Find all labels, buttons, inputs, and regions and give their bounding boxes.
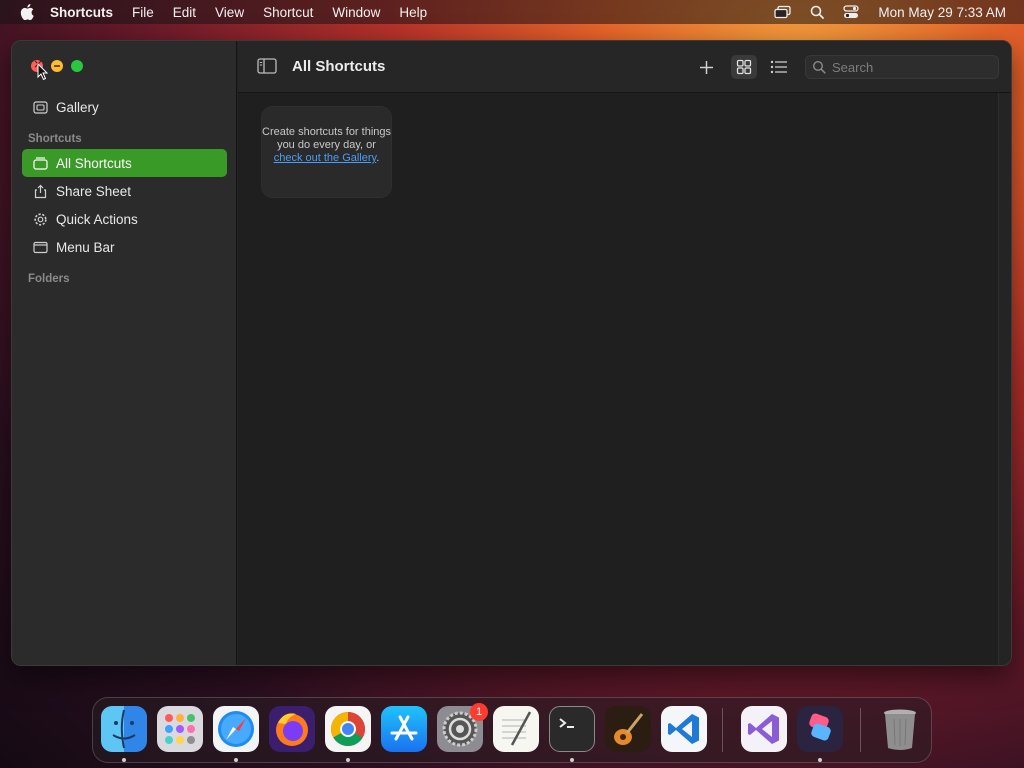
minimize-window-button[interactable] xyxy=(51,60,63,72)
dock: 1 xyxy=(92,697,932,763)
sidebar-item-label: Quick Actions xyxy=(56,211,138,227)
zoom-window-button[interactable] xyxy=(71,60,83,72)
control-center-icon[interactable] xyxy=(842,5,860,19)
sidebar-item-quick-actions[interactable]: Quick Actions xyxy=(22,205,227,233)
sidebar-item-label: Gallery xyxy=(56,99,99,115)
menu-shortcut[interactable]: Shortcut xyxy=(263,5,313,20)
sidebar-item-all-shortcuts[interactable]: All Shortcuts xyxy=(22,149,227,177)
plus-icon xyxy=(699,60,713,74)
dock-garageband[interactable] xyxy=(605,706,651,752)
sidebar-item-menu-bar[interactable]: Menu Bar xyxy=(22,233,227,261)
dock-visual-studio[interactable] xyxy=(741,706,787,752)
app-store-icon xyxy=(390,715,418,741)
sidebar: Gallery Shortcuts All Shortcuts Share Sh… xyxy=(12,41,237,665)
sidebar-section-folders: Folders xyxy=(28,273,70,285)
menu-edit[interactable]: Edit xyxy=(173,5,196,20)
running-indicator xyxy=(122,758,126,762)
dock-separator xyxy=(860,708,861,752)
sidebar-section-shortcuts: Shortcuts xyxy=(28,133,82,145)
dock-app-store[interactable] xyxy=(381,706,427,752)
shortcuts-window: Gallery Shortcuts All Shortcuts Share Sh… xyxy=(11,40,1012,666)
dock-vscode[interactable] xyxy=(661,706,707,752)
menu-extras: Mon May 29 7:33 AM xyxy=(758,0,1006,24)
sidebar-item-share-sheet[interactable]: Share Sheet xyxy=(22,177,227,205)
search-icon xyxy=(812,60,826,74)
add-shortcut-button[interactable] xyxy=(693,55,719,79)
dock-safari[interactable] xyxy=(213,706,259,752)
running-indicator xyxy=(818,758,822,762)
shortcuts-icon xyxy=(809,713,831,741)
terminal-icon xyxy=(559,718,574,728)
running-indicator xyxy=(346,758,350,762)
guitar-icon xyxy=(614,713,644,745)
sidebar-toggle-icon[interactable] xyxy=(257,58,277,74)
dock-launchpad[interactable] xyxy=(157,706,203,752)
toolbar: All Shortcuts xyxy=(238,41,1011,93)
menu-file[interactable]: File xyxy=(132,5,154,20)
menu-bar: Shortcuts File Edit View Shortcut Window… xyxy=(0,0,1024,24)
sidebar-item-label: All Shortcuts xyxy=(56,155,132,171)
visual-studio-icon xyxy=(748,714,779,744)
dock-shortcuts[interactable] xyxy=(797,706,843,752)
vscode-icon xyxy=(668,714,699,744)
notification-badge: 1 xyxy=(470,703,488,721)
dock-finder[interactable] xyxy=(101,706,147,752)
mouse-cursor-icon xyxy=(37,63,49,81)
menu-view[interactable]: View xyxy=(215,5,244,20)
stack-icon xyxy=(32,155,48,171)
trash-icon xyxy=(884,709,916,750)
finder-icon xyxy=(112,709,136,749)
menubar-icon xyxy=(32,239,48,255)
chrome-icon xyxy=(331,712,365,746)
firefox-icon xyxy=(276,713,308,746)
gear-icon xyxy=(32,211,48,227)
menu-clock[interactable]: Mon May 29 7:33 AM xyxy=(878,5,1006,20)
grid-icon xyxy=(736,59,752,75)
running-indicator xyxy=(570,758,574,762)
menu-help[interactable]: Help xyxy=(399,5,427,20)
sidebar-item-label: Share Sheet xyxy=(56,183,132,199)
dock-chrome[interactable] xyxy=(325,706,371,752)
gallery-link[interactable]: check out the Gallery xyxy=(274,152,377,164)
menu-app-name[interactable]: Shortcuts xyxy=(50,5,113,20)
empty-state-period: . xyxy=(376,152,380,164)
screen-mirroring-icon[interactable] xyxy=(774,5,792,19)
gallery-icon xyxy=(32,99,48,115)
running-indicator xyxy=(234,758,238,762)
sidebar-item-gallery[interactable]: Gallery xyxy=(22,93,227,121)
menu-window[interactable]: Window xyxy=(332,5,380,20)
launchpad-icon xyxy=(165,714,195,744)
list-icon xyxy=(770,60,787,74)
empty-state-card: Create shortcuts for things you do every… xyxy=(261,106,392,198)
scrollbar[interactable] xyxy=(998,93,1011,665)
sidebar-item-label: Menu Bar xyxy=(56,239,115,255)
search-field[interactable] xyxy=(805,55,999,79)
grid-view-button[interactable] xyxy=(731,55,757,79)
dock-textedit[interactable] xyxy=(493,706,539,752)
dock-firefox[interactable] xyxy=(269,706,315,752)
main-content: All Shortcuts Create shortcuts for thing… xyxy=(238,41,1011,665)
page-title: All Shortcuts xyxy=(292,58,386,75)
share-icon xyxy=(32,183,48,199)
list-view-button[interactable] xyxy=(766,55,792,79)
safari-icon xyxy=(218,711,254,747)
dock-separator xyxy=(722,708,723,752)
textedit-icon xyxy=(502,711,532,746)
spotlight-search-icon[interactable] xyxy=(808,5,826,19)
empty-state-text: Create shortcuts for things you do every… xyxy=(262,126,392,151)
dock-terminal[interactable] xyxy=(549,706,595,752)
apple-icon[interactable] xyxy=(20,4,34,20)
dock-trash[interactable] xyxy=(877,706,923,752)
search-input[interactable] xyxy=(832,59,992,75)
